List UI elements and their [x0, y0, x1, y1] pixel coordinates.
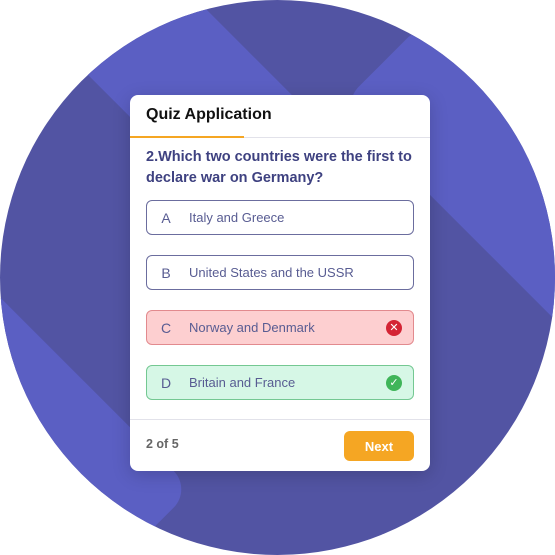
- question-counter: 2 of 5: [146, 437, 179, 451]
- option-a[interactable]: A Italy and Greece: [146, 200, 414, 235]
- option-label: Britain and France: [189, 375, 296, 390]
- option-letter: B: [161, 264, 171, 281]
- option-label: Italy and Greece: [189, 210, 285, 225]
- app-title: Quiz Application: [146, 106, 272, 123]
- quiz-card: Quiz Application 2.Which two countries w…: [130, 95, 430, 471]
- option-label: United States and the USSR: [189, 265, 354, 280]
- option-b[interactable]: B United States and the USSR: [146, 255, 414, 290]
- option-c[interactable]: C Norway and Denmark ✕: [146, 310, 414, 345]
- option-letter: A: [161, 209, 171, 226]
- check-icon: ✓: [386, 375, 402, 391]
- card-header: Quiz Application: [130, 95, 430, 138]
- card-footer: 2 of 5 Next: [130, 419, 430, 471]
- option-letter: D: [160, 374, 172, 391]
- progress-bar: [130, 136, 244, 138]
- option-letter: C: [160, 319, 172, 336]
- option-label: Norway and Denmark: [189, 320, 315, 335]
- option-d[interactable]: D Britain and France ✓: [146, 365, 414, 400]
- close-icon: ✕: [386, 320, 402, 336]
- next-button[interactable]: Next: [344, 431, 414, 461]
- question-text: 2.Which two countries were the first to …: [146, 149, 412, 186]
- options-list: A Italy and Greece B United States and t…: [146, 200, 414, 420]
